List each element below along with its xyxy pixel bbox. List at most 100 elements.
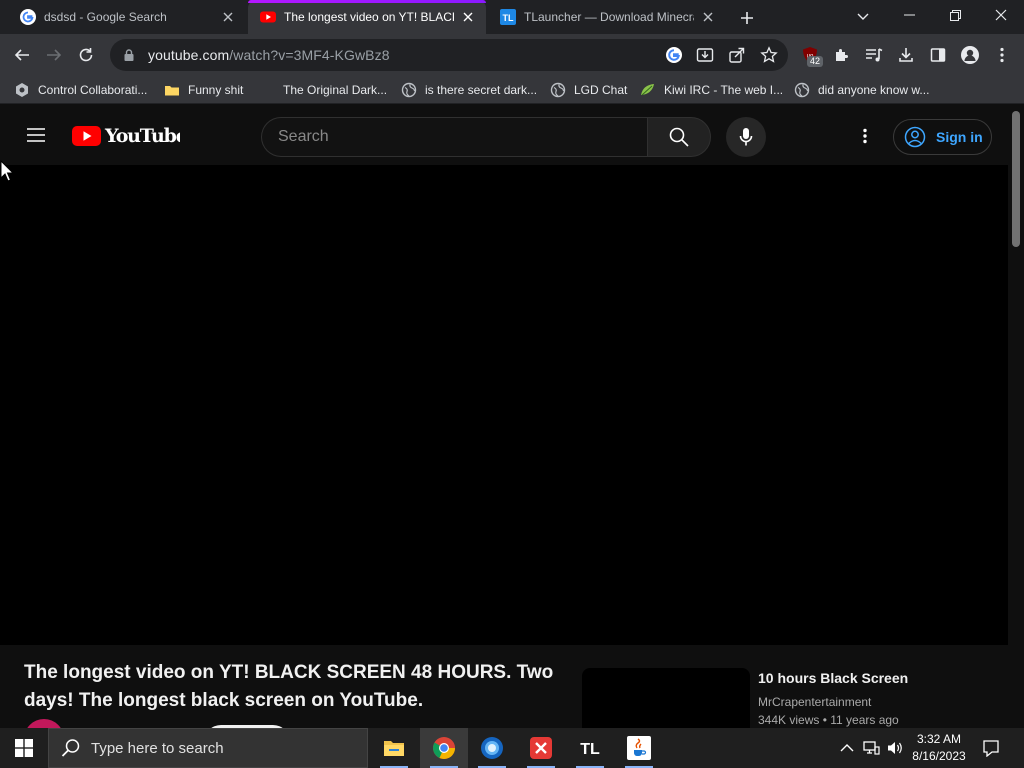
bookmark-original-dark[interactable]: The Original Dark... [283, 80, 387, 100]
youtube-page: YouTube Sign in The longest video on YT!… [0, 105, 1024, 728]
svg-text:TL: TL [580, 741, 600, 758]
close-icon [995, 9, 1007, 21]
tab-title: dsdsd - Google Search [44, 10, 167, 24]
tab-title: The longest video on YT! BLACK SCREEN 48… [284, 10, 454, 24]
chevron-down-icon [857, 13, 869, 20]
downloads-button[interactable] [892, 41, 920, 69]
bookmark-kiwi-irc[interactable]: Kiwi IRC - The web I... [640, 80, 783, 100]
youtube-search-input[interactable] [278, 128, 648, 146]
java-icon [627, 736, 651, 760]
restore-button[interactable] [932, 0, 978, 30]
sign-in-button[interactable]: Sign in [893, 119, 992, 155]
extensions-button[interactable] [828, 41, 856, 69]
notifications-icon[interactable] [982, 739, 1000, 757]
tab-title: TLauncher — Download Minecraft [524, 10, 694, 24]
page-scrollbar[interactable] [1008, 105, 1024, 728]
recommended-thumbnail[interactable] [582, 668, 750, 728]
youtube-logo[interactable]: YouTube [72, 125, 189, 147]
tab-youtube-video[interactable]: The longest video on YT! BLACK SCREEN 48… [248, 0, 486, 34]
close-window-button[interactable] [978, 0, 1024, 30]
recommended-title[interactable]: 10 hours Black Screen [758, 670, 908, 686]
taskbar-chrome[interactable] [420, 728, 468, 768]
minimize-button[interactable] [886, 0, 932, 30]
taskbar-clock[interactable]: 3:32 AM 8/16/2023 [906, 731, 972, 765]
reload-button[interactable] [72, 41, 100, 69]
taskbar-file-explorer[interactable] [370, 728, 418, 768]
tab-tlauncher[interactable]: TL TLauncher — Download Minecraft [488, 0, 726, 34]
tlauncher-icon: TL [580, 741, 600, 758]
file-explorer-icon [384, 741, 404, 756]
bookmark-control-collaboration[interactable]: Control Collaborati... [14, 80, 147, 100]
bookmark-did-anyone-know[interactable]: did anyone know w... [794, 80, 929, 100]
youtube-search-box[interactable] [261, 117, 648, 157]
download-icon [899, 48, 913, 62]
youtube-settings-button[interactable] [853, 124, 877, 148]
google-lens-icon[interactable] [665, 46, 683, 64]
chrome-menu-button[interactable] [988, 41, 1016, 69]
globe-icon [401, 82, 417, 98]
guide-menu-button[interactable] [24, 123, 48, 147]
start-button[interactable] [0, 728, 48, 768]
taskbar-app-red[interactable] [517, 728, 565, 768]
taskbar-search-box[interactable]: Type here to search [48, 728, 368, 768]
voice-search-button[interactable] [726, 117, 766, 157]
bookmark-lgd-chat[interactable]: LGD Chat [550, 80, 627, 100]
star-icon[interactable] [760, 46, 778, 64]
volume-icon[interactable] [886, 739, 904, 757]
close-tab-icon[interactable] [700, 9, 716, 25]
back-button[interactable] [8, 41, 36, 69]
taskbar-tlauncher[interactable]: TL [566, 728, 614, 768]
bookmark-label: The Original Dark... [283, 83, 388, 97]
windows-taskbar: Type here to search TL 3:32 AM 8/16/2023 [0, 728, 1024, 768]
folder-icon [165, 86, 179, 96]
sign-in-label: Sign in [936, 129, 983, 145]
bookmark-funny-shit[interactable]: Funny shit [164, 80, 243, 100]
account-circle-icon [904, 126, 926, 148]
taskbar-app-blue[interactable] [468, 728, 516, 768]
puzzle-icon [836, 49, 848, 61]
new-tab-button[interactable] [736, 7, 758, 29]
bookmark-secret-dark[interactable]: is there secret dark... [401, 80, 537, 100]
video-player[interactable] [0, 165, 1008, 645]
recommended-channel[interactable]: MrCrapentertainment [758, 695, 871, 709]
scrollbar-thumb[interactable] [1012, 111, 1020, 247]
bookmark-label: Kiwi IRC - The web I... [664, 83, 784, 97]
profile-avatar-icon [961, 46, 979, 64]
taskbar-search-placeholder: Type here to search [91, 739, 224, 757]
close-tab-icon[interactable] [220, 9, 236, 25]
chrome-icon [433, 737, 455, 759]
share-icon[interactable] [728, 46, 746, 64]
reload-icon [79, 48, 93, 62]
taskbar-java[interactable] [615, 728, 663, 768]
plus-icon [741, 12, 753, 24]
channel-avatar[interactable] [24, 719, 64, 728]
arrow-left-icon [14, 49, 29, 61]
media-control-button[interactable] [860, 41, 888, 69]
tab-google-search[interactable]: dsdsd - Google Search [8, 0, 246, 34]
kebab-menu-icon [1000, 47, 1004, 63]
install-app-icon[interactable] [696, 46, 714, 64]
bookmark-label: is there secret dark... [425, 83, 538, 97]
kebab-menu-icon [863, 128, 867, 144]
address-bar[interactable]: youtube.com/watch?v=3MF4-KGwBz8 [110, 39, 788, 71]
globe-icon [794, 82, 810, 98]
microphone-icon [739, 128, 753, 146]
app-blue-icon [481, 737, 503, 759]
profile-button[interactable] [956, 41, 984, 69]
network-icon[interactable] [862, 739, 880, 757]
app-red-x-icon [530, 737, 552, 759]
chevron-up-icon[interactable] [838, 739, 856, 757]
tab-search-button[interactable] [852, 6, 874, 28]
browser-toolbar: youtube.com/watch?v=3MF4-KGwBz8 uo [0, 34, 1024, 76]
bookmark-label: Funny shit [188, 83, 244, 97]
svg-text:TL: TL [503, 13, 514, 23]
close-tab-icon[interactable] [460, 9, 476, 25]
youtube-search-button[interactable] [647, 117, 711, 157]
lock-icon[interactable] [122, 48, 136, 62]
side-panel-button[interactable] [924, 41, 952, 69]
bookmark-label: did anyone know w... [818, 83, 930, 97]
recommended-video[interactable]: 10 hours Black Screen MrCrapentertainmen… [582, 668, 1002, 728]
bookmark-label: Control Collaborati... [38, 83, 148, 97]
forward-button[interactable] [40, 41, 68, 69]
url-host: youtube.com [148, 47, 230, 63]
